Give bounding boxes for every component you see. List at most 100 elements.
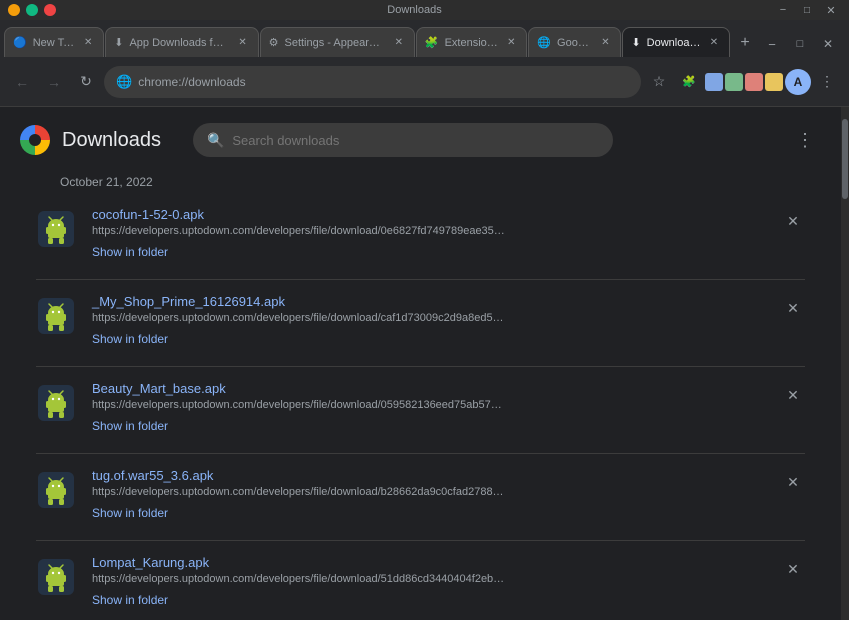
download-item: Beauty_Mart_base.apk https://developers.… — [20, 367, 821, 449]
omnibar-actions: ☆ 🧩 A ⋮ — [645, 68, 841, 96]
extension-btn-4[interactable] — [765, 73, 783, 91]
download-filename-5[interactable]: Lompat_Karung.apk — [92, 555, 765, 570]
search-bar[interactable]: 🔍 — [193, 123, 613, 157]
more-icon: ⋮ — [796, 130, 814, 151]
restore-window-btn[interactable]: □ — [787, 31, 813, 57]
extensions-button[interactable]: 🧩 — [675, 68, 703, 96]
android-icon — [38, 211, 74, 247]
android-icon — [38, 559, 74, 595]
download-info-3: Beauty_Mart_base.apk https://developers.… — [92, 381, 765, 435]
new-tab-button[interactable]: + — [731, 29, 759, 57]
download-url-3: https://developers.uptodown.com/develope… — [92, 399, 765, 411]
download-close-1[interactable]: ✕ — [781, 209, 805, 233]
download-close-2[interactable]: ✕ — [781, 296, 805, 320]
page-content: Downloads 🔍 ⋮ October 21, 2022 — [0, 107, 849, 620]
download-url-4: https://developers.uptodown.com/develope… — [92, 486, 765, 498]
extensions-favicon: 🧩 — [425, 36, 439, 49]
tab-new-tab[interactable]: 🔵 New Tab ✕ — [4, 27, 104, 57]
minimize-btn[interactable] — [8, 4, 20, 16]
bookmark-button[interactable]: ☆ — [645, 68, 673, 96]
tab-new-tab-label: New Tab — [33, 37, 76, 49]
scrollbar[interactable] — [841, 107, 849, 620]
tab-extensions[interactable]: 🧩 Extensions ✕ — [416, 27, 527, 57]
tab-downloads[interactable]: ⬇ Downloads ✕ — [622, 27, 730, 57]
chrome-menu-icon: ⋮ — [820, 73, 834, 90]
show-in-folder-1[interactable]: Show in folder — [92, 245, 168, 259]
download-info-4: tug.of.war55_3.6.apk https://developers.… — [92, 468, 765, 522]
download-url-5: https://developers.uptodown.com/develope… — [92, 573, 765, 585]
minimize-window-btn[interactable]: − — [759, 31, 785, 57]
tab-extensions-close[interactable]: ✕ — [504, 36, 518, 50]
extensions-icon: 🧩 — [682, 75, 696, 88]
search-icon: 🔍 — [207, 132, 224, 149]
url-bar[interactable]: 🌐 chrome://downloads — [104, 66, 641, 98]
tab-google-close[interactable]: ✕ — [598, 36, 612, 50]
extension-btn-2[interactable] — [725, 73, 743, 91]
reload-icon: ↻ — [80, 73, 92, 90]
chrome-icon: 🌐 — [116, 74, 132, 90]
show-in-folder-4[interactable]: Show in folder — [92, 506, 168, 520]
date-header: October 21, 2022 — [0, 167, 841, 193]
tab-app-downloads[interactable]: ⬇ App Downloads fo… ✕ — [105, 27, 258, 57]
window-maximize-icon[interactable]: □ — [797, 2, 817, 18]
download-filename-3[interactable]: Beauty_Mart_base.apk — [92, 381, 765, 396]
more-button[interactable]: ⋮ — [789, 124, 821, 156]
android-icon — [38, 298, 74, 334]
tab-app-downloads-close[interactable]: ✕ — [236, 36, 250, 50]
tab-extensions-label: Extensions — [445, 37, 499, 49]
downloads-content: Downloads 🔍 ⋮ October 21, 2022 — [0, 107, 841, 620]
maximize-btn[interactable] — [26, 4, 38, 16]
close-icon: ✕ — [787, 474, 799, 491]
tab-google-label: Google — [557, 37, 592, 49]
page-title: Downloads — [62, 129, 161, 152]
show-in-folder-3[interactable]: Show in folder — [92, 419, 168, 433]
show-in-folder-2[interactable]: Show in folder — [92, 332, 168, 346]
download-close-3[interactable]: ✕ — [781, 383, 805, 407]
download-item: tug.of.war55_3.6.apk https://developers.… — [20, 454, 821, 536]
back-icon: ← — [15, 74, 29, 90]
tab-settings[interactable]: ⚙ Settings - Appeara… ✕ — [260, 27, 415, 57]
download-filename-4[interactable]: tug.of.war55_3.6.apk — [92, 468, 765, 483]
search-input[interactable] — [232, 133, 599, 148]
profile-initial: A — [794, 75, 803, 89]
chrome-menu-button[interactable]: ⋮ — [813, 68, 841, 96]
settings-favicon: ⚙ — [269, 36, 279, 49]
chrome-logo — [20, 125, 50, 155]
window-minimize-icon[interactable]: − — [773, 2, 793, 18]
app-downloads-favicon: ⬇ — [114, 36, 123, 49]
scrollbar-thumb[interactable] — [842, 119, 848, 199]
url-label: chrome://downloads — [138, 75, 245, 89]
download-close-5[interactable]: ✕ — [781, 557, 805, 581]
close-icon: ✕ — [787, 213, 799, 230]
close-window-btn[interactable]: ✕ — [815, 31, 841, 57]
tab-settings-label: Settings - Appeara… — [284, 37, 385, 49]
tab-google[interactable]: 🌐 Google ✕ — [528, 27, 621, 57]
omnibar: ← → ↻ 🌐 chrome://downloads ☆ 🧩 A ⋮ — [0, 57, 849, 107]
download-filename-2[interactable]: _My_Shop_Prime_16126914.apk — [92, 294, 765, 309]
close-icon: ✕ — [787, 300, 799, 317]
download-item: cocofun-1-52-0.apk https://developers.up… — [20, 193, 821, 275]
download-filename-1[interactable]: cocofun-1-52-0.apk — [92, 207, 765, 222]
download-icon-4 — [36, 470, 76, 510]
tab-new-tab-close[interactable]: ✕ — [81, 36, 95, 50]
extension-btn-1[interactable] — [705, 73, 723, 91]
profile-button[interactable]: A — [785, 69, 811, 95]
downloads-header: Downloads 🔍 ⋮ — [0, 107, 841, 167]
tab-app-downloads-label: App Downloads fo… — [129, 37, 229, 49]
close-btn[interactable] — [44, 4, 56, 16]
close-icon: ✕ — [787, 561, 799, 578]
download-item: Lompat_Karung.apk https://developers.upt… — [20, 541, 821, 620]
tab-bar: 🔵 New Tab ✕ ⬇ App Downloads fo… ✕ ⚙ Sett… — [0, 20, 849, 57]
download-close-4[interactable]: ✕ — [781, 470, 805, 494]
tab-settings-close[interactable]: ✕ — [392, 36, 406, 50]
download-info-5: Lompat_Karung.apk https://developers.upt… — [92, 555, 765, 609]
reload-button[interactable]: ↻ — [72, 68, 100, 96]
extension-btn-3[interactable] — [745, 73, 763, 91]
tab-downloads-close[interactable]: ✕ — [707, 36, 721, 50]
window-title: Downloads — [56, 4, 773, 16]
forward-button[interactable]: → — [40, 68, 68, 96]
back-button[interactable]: ← — [8, 68, 36, 96]
show-in-folder-5[interactable]: Show in folder — [92, 593, 168, 607]
android-icon — [38, 385, 74, 421]
window-close-icon[interactable]: ✕ — [821, 2, 841, 18]
